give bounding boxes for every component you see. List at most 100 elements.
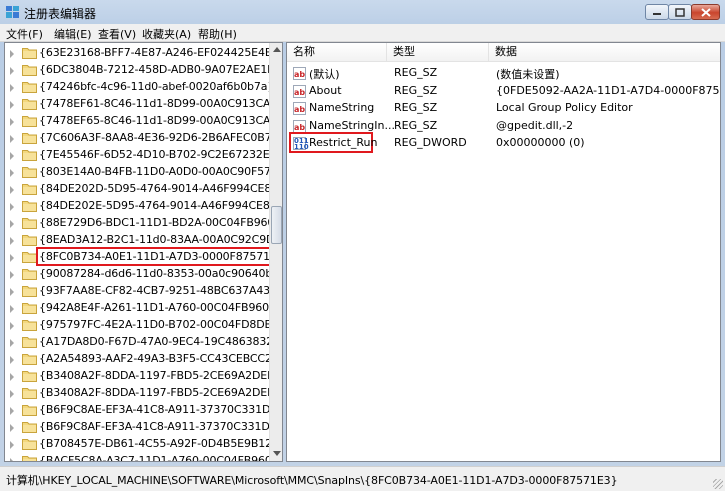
string-value-icon: ab bbox=[293, 119, 306, 133]
tree-item[interactable]: {A17DA8D0-F67D-47A0-9EC4-19C486383206} bbox=[5, 334, 282, 351]
tree-item[interactable]: {63E23168-BFF7-4E87-A246-EF024425E4EC} bbox=[5, 45, 282, 62]
expand-arrow-icon[interactable] bbox=[10, 356, 14, 364]
tree-item[interactable]: {975797FC-4E2A-11D0-B702-00C04FD8DBF7} bbox=[5, 317, 282, 334]
status-bar: 计算机\HKEY_LOCAL_MACHINE\SOFTWARE\Microsof… bbox=[0, 466, 725, 491]
folder-icon bbox=[22, 269, 37, 280]
value-row[interactable]: ab NameString REG_SZ Local Group Policy Edi… bbox=[287, 100, 720, 117]
expand-arrow-icon[interactable] bbox=[10, 118, 14, 126]
expand-arrow-icon[interactable] bbox=[10, 458, 14, 461]
scroll-down-arrow-icon[interactable] bbox=[273, 451, 281, 456]
expand-arrow-icon[interactable] bbox=[10, 237, 14, 245]
tree-item[interactable]: {6DC3804B-7212-458D-ADB0-9A07E2AE1FA2} bbox=[5, 62, 282, 79]
resize-grip-icon[interactable] bbox=[713, 479, 723, 489]
column-header-data[interactable]: 数据 bbox=[489, 43, 720, 61]
tree-item-label: {B6F9C8AE-EF3A-41C8-A911-37370C331DD4} bbox=[39, 403, 283, 416]
expand-arrow-icon[interactable] bbox=[10, 152, 14, 160]
tree-item[interactable]: {B6F9C8AE-EF3A-41C8-A911-37370C331DD4} bbox=[5, 402, 282, 419]
expand-arrow-icon[interactable] bbox=[10, 186, 14, 194]
expand-arrow-icon[interactable] bbox=[10, 271, 14, 279]
expand-arrow-icon[interactable] bbox=[10, 288, 14, 296]
expand-arrow-icon[interactable] bbox=[10, 424, 14, 432]
scrollbar-thumb[interactable] bbox=[271, 206, 282, 244]
expand-arrow-icon[interactable] bbox=[10, 135, 14, 143]
tree-item[interactable]: {74246bfc-4c96-11d0-abef-0020af6b0b7a} bbox=[5, 79, 274, 96]
title-bar[interactable]: 注册表编辑器 bbox=[0, 0, 725, 24]
expand-arrow-icon[interactable] bbox=[10, 84, 14, 92]
close-button[interactable] bbox=[691, 4, 720, 20]
expand-arrow-icon[interactable] bbox=[10, 441, 14, 449]
folder-icon bbox=[22, 388, 37, 399]
value-type: REG_SZ bbox=[394, 66, 438, 79]
key-tree-pane[interactable]: {63E23168-BFF7-4E87-A246-EF024425E4EC} {6… bbox=[4, 42, 283, 462]
menu-help[interactable]: 帮助(H) bbox=[198, 26, 237, 42]
tree-item[interactable]: {B3408A2F-8DDA-1197-FBD5-2CE69A2DEFC0} bbox=[5, 368, 282, 385]
column-header-type[interactable]: 类型 bbox=[387, 43, 489, 61]
expand-arrow-icon[interactable] bbox=[10, 254, 14, 262]
tree-item[interactable]: {84DE202D-5D95-4764-9014-A46F994CE856} bbox=[5, 181, 282, 198]
folder-icon bbox=[22, 116, 37, 127]
folder-icon bbox=[22, 201, 37, 212]
expand-arrow-icon[interactable] bbox=[10, 169, 14, 177]
expand-arrow-icon[interactable] bbox=[10, 322, 14, 330]
tree-item[interactable]: {84DE202E-5D95-4764-9014-A46F994CE856} bbox=[5, 198, 282, 215]
maximize-button[interactable] bbox=[668, 4, 692, 20]
tree-item-label: {6DC3804B-7212-458D-ADB0-9A07E2AE1FA2} bbox=[39, 63, 283, 76]
expand-arrow-icon[interactable] bbox=[10, 203, 14, 211]
tree-item-selected[interactable]: {8FC0B734-A0E1-11D1-A7D3-0000F87571E3} bbox=[5, 247, 282, 266]
tree-item[interactable]: {A2A54893-AAF2-49A3-B3F5-CC43CEBCC27C} bbox=[5, 351, 282, 368]
tree-item[interactable]: {7C606A3F-8AA8-4E36-92D6-2B6AFEC0B732} bbox=[5, 130, 282, 147]
expand-arrow-icon[interactable] bbox=[10, 305, 14, 313]
string-value-icon: ab bbox=[293, 84, 306, 98]
tree-item[interactable]: {88E729D6-BDC1-11D1-BD2A-00C04FB9603F} bbox=[5, 215, 282, 232]
close-icon bbox=[700, 7, 711, 17]
value-data: Local Group Policy Editor bbox=[496, 101, 633, 114]
tree-item[interactable]: {B708457E-DB61-4C55-A92F-0D4B5E9B1224} bbox=[5, 436, 282, 453]
folder-icon bbox=[22, 439, 37, 450]
menu-file[interactable]: 文件(F) bbox=[6, 26, 43, 42]
tree-item[interactable]: {90087284-d6d6-11d0-8353-00a0c90640bf} bbox=[5, 266, 282, 283]
column-header-name[interactable]: 名称 bbox=[287, 43, 387, 61]
tree-item[interactable]: {B6F9C8AF-EF3A-41C8-A911-37370C331DD4} bbox=[5, 419, 282, 436]
expand-arrow-icon[interactable] bbox=[10, 101, 14, 109]
tree-item[interactable]: {942A8E4F-A261-11D1-A760-00C04FB9603F} bbox=[5, 300, 282, 317]
tree-item[interactable]: {7E45546F-6D52-4D10-B702-9C2E67232E62} bbox=[5, 147, 282, 164]
folder-icon bbox=[22, 252, 37, 263]
scroll-up-arrow-icon[interactable] bbox=[273, 47, 281, 52]
minimize-button[interactable] bbox=[645, 4, 669, 20]
tree-item-label: {7478EF61-8C46-11d1-8D99-00A0C913CAD4} bbox=[39, 97, 283, 110]
menu-favorites[interactable]: 收藏夹(A) bbox=[142, 26, 191, 42]
tree-item[interactable]: {7478EF61-8C46-11d1-8D99-00A0C913CAD4} bbox=[5, 96, 282, 113]
value-row[interactable]: ab (默认) REG_SZ (数值未设置) bbox=[287, 65, 720, 82]
tree-item[interactable]: {803E14A0-B4FB-11D0-A0D0-00A0C90F574B} bbox=[5, 164, 282, 181]
values-pane[interactable]: 名称 类型 数据 ab (默认) REG_SZ (数值未设置) ab About REG_S… bbox=[286, 42, 721, 462]
value-name: Restrict_Run bbox=[309, 136, 378, 149]
expand-arrow-icon[interactable] bbox=[10, 373, 14, 381]
tree-item[interactable]: {93F7AA8E-CF82-4CB7-9251-48BC637A43B8} bbox=[5, 283, 282, 300]
folder-icon bbox=[22, 405, 37, 416]
tree-item[interactable]: {8EAD3A12-B2C1-11d0-83AA-00A0C92C9D5D} bbox=[5, 232, 282, 249]
tree-item[interactable]: {BACF5C8A-A3C7-11D1-A760-00C04FB9603F} bbox=[5, 453, 282, 461]
value-row[interactable]: 011 110 Restrict_Run REG_DWORD 0x00000000 (… bbox=[287, 132, 720, 153]
regedit-window: 注册表编辑器 文件(F) 编辑(E) 查看(V) 收藏夹(A) 帮助(H) {6… bbox=[0, 0, 725, 491]
tree-item-label: {93F7AA8E-CF82-4CB7-9251-48BC637A43B8} bbox=[39, 284, 283, 297]
menu-view[interactable]: 查看(V) bbox=[98, 26, 136, 42]
folder-icon bbox=[22, 286, 37, 297]
tree-scrollbar[interactable] bbox=[269, 43, 282, 461]
tree-item-label: {975797FC-4E2A-11D0-B702-00C04FD8DBF7} bbox=[39, 318, 283, 331]
menu-edit[interactable]: 编辑(E) bbox=[54, 26, 92, 42]
tree-item[interactable]: {7478EF65-8C46-11d1-8D99-00A0C913CAD4} bbox=[5, 113, 282, 130]
expand-arrow-icon[interactable] bbox=[10, 50, 14, 58]
value-name: NameStringIn... bbox=[309, 118, 395, 132]
value-data: (数值未设置) bbox=[496, 68, 560, 81]
tree-item-label: {942A8E4F-A261-11D1-A760-00C04FB9603F} bbox=[39, 301, 283, 314]
tree-item[interactable]: {B3408A2F-8DDA-1197-FBD5-2CE69A2DEFC1} bbox=[5, 385, 282, 402]
expand-arrow-icon[interactable] bbox=[10, 67, 14, 75]
expand-arrow-icon[interactable] bbox=[10, 407, 14, 415]
expand-arrow-icon[interactable] bbox=[10, 339, 14, 347]
expand-arrow-icon[interactable] bbox=[10, 220, 14, 228]
value-row[interactable]: ab About REG_SZ {0FDE5092-AA2A-11D1-A7D4-00… bbox=[287, 83, 720, 100]
expand-arrow-icon[interactable] bbox=[10, 390, 14, 398]
minimize-icon bbox=[653, 13, 661, 15]
tree-item-label: {84DE202E-5D95-4764-9014-A46F994CE856} bbox=[39, 199, 283, 212]
folder-icon bbox=[22, 354, 37, 365]
